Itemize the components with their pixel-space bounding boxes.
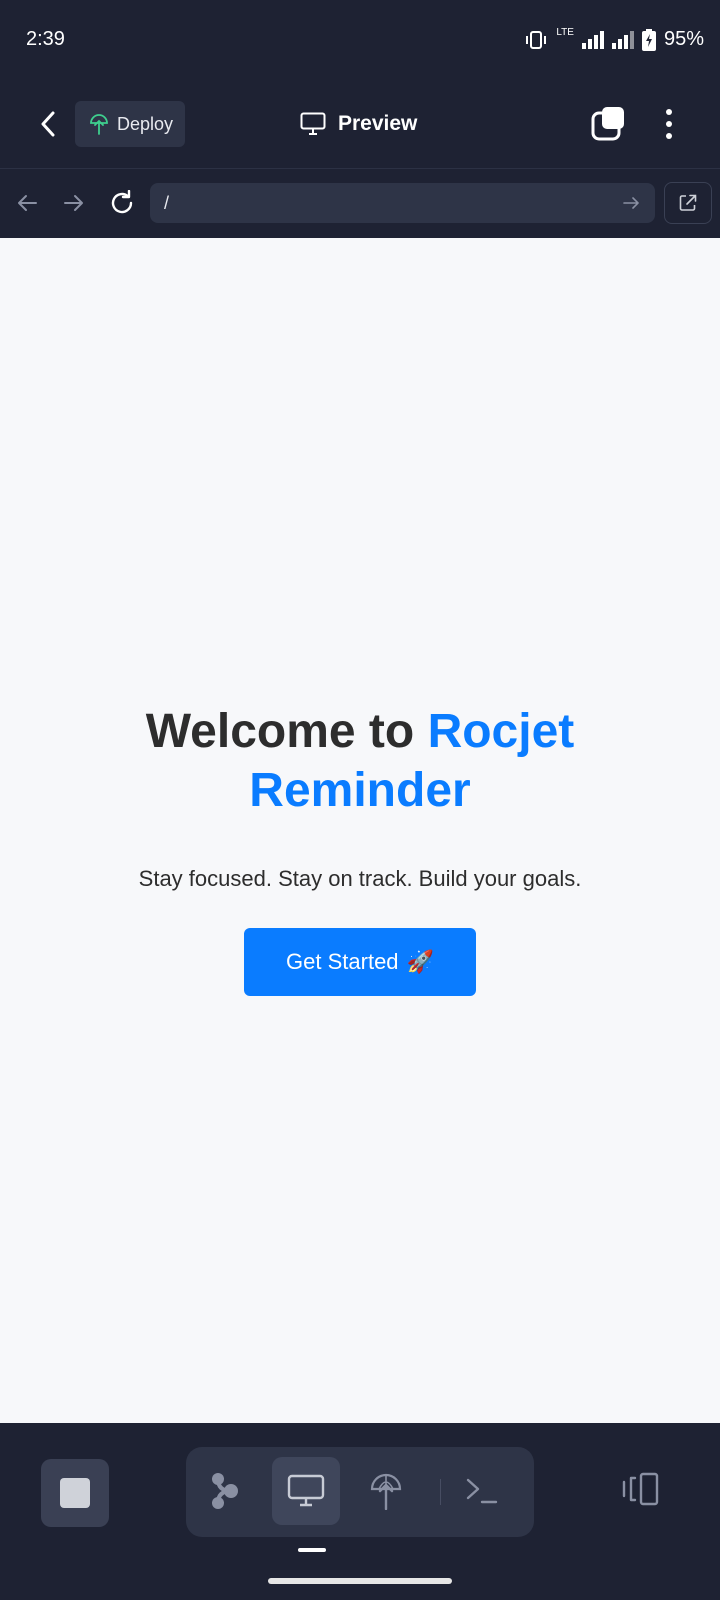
deploy-tool[interactable] [352, 1457, 420, 1525]
back-button[interactable] [32, 104, 64, 144]
reload-icon [111, 190, 133, 214]
home-indicator[interactable] [268, 1578, 452, 1584]
deploy-tool-icon [370, 1473, 402, 1510]
signal-icon-2 [611, 30, 634, 49]
back-icon [41, 111, 55, 137]
tab-indicator [298, 1548, 326, 1552]
network-type: LTE [556, 27, 574, 38]
browser-nav-bar: / [0, 169, 720, 238]
deploy-label: Deploy [117, 113, 174, 134]
page-title-text: Preview [338, 112, 418, 135]
terminal-tool[interactable] [448, 1457, 516, 1525]
source-control-tool[interactable] [191, 1457, 259, 1525]
monitor-icon [300, 112, 326, 135]
bottom-toolbar [0, 1423, 720, 1600]
status-icons: LTE 95% [524, 28, 704, 51]
battery-icon [641, 28, 656, 51]
tabs-icon [591, 107, 624, 141]
nav-forward-button[interactable] [57, 186, 91, 220]
stop-button[interactable] [41, 1459, 109, 1527]
tool-separator [440, 1479, 441, 1505]
web-preview: Welcome to Rocjet Reminder Stay focused.… [0, 238, 720, 1423]
device-toggle-button[interactable] [620, 1467, 664, 1511]
rocket-icon: 🚀 [406, 949, 434, 974]
nav-back-icon [18, 195, 37, 211]
external-link-icon [679, 194, 697, 211]
get-started-button[interactable]: Get Started 🚀 [244, 928, 476, 996]
nav-forward-icon [64, 195, 83, 211]
reload-button[interactable] [105, 186, 139, 220]
deploy-button[interactable]: Deploy [75, 101, 185, 147]
device-toggle-icon [622, 1472, 659, 1506]
url-bar[interactable]: / [150, 183, 655, 223]
open-external-button[interactable] [664, 182, 712, 224]
stop-icon [60, 1478, 90, 1508]
get-started-label: Get Started [286, 949, 399, 974]
terminal-icon [466, 1478, 498, 1504]
hero-subtitle: Stay focused. Stay on track. Build your … [138, 866, 582, 891]
hero-title: Welcome to Rocjet Reminder [60, 702, 660, 820]
source-control-icon [212, 1473, 238, 1509]
app-header: Deploy Preview [0, 84, 720, 169]
status-bar: 2:39 LTE 95% [0, 0, 720, 84]
preview-icon [287, 1474, 325, 1507]
signal-icon [581, 30, 604, 49]
tool-group [186, 1447, 534, 1537]
status-time: 2:39 [26, 28, 65, 50]
battery-percent: 95% [663, 28, 704, 50]
vibrate-icon [526, 30, 547, 49]
more-icon [666, 109, 672, 139]
go-arrow-icon[interactable] [623, 196, 641, 210]
page-title: Preview [300, 108, 417, 140]
hero-title-prefix: Welcome to [145, 705, 428, 758]
deploy-icon [90, 114, 108, 135]
preview-tool[interactable] [272, 1457, 340, 1525]
tabs-button[interactable] [590, 106, 626, 142]
more-menu-button[interactable] [654, 104, 684, 144]
nav-back-button[interactable] [10, 186, 44, 220]
url-text: / [164, 192, 170, 213]
